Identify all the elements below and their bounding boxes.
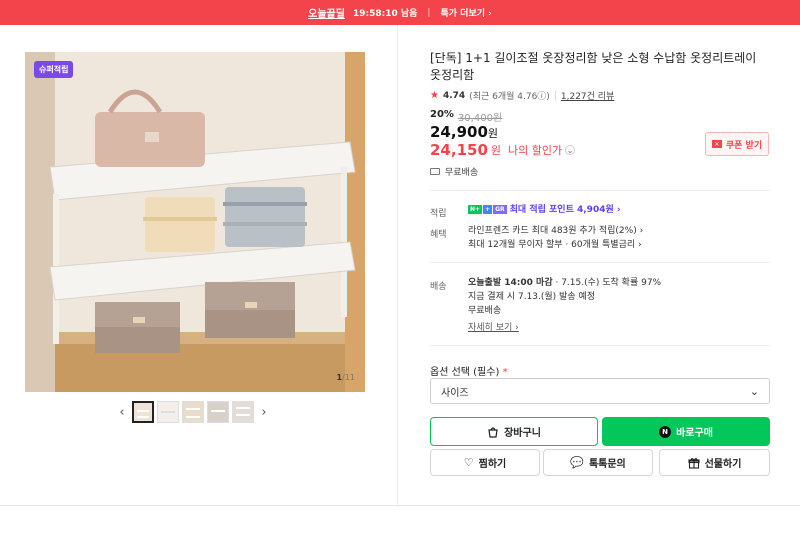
truck-icon xyxy=(430,168,440,175)
coupon-label: 쿠폰 받기 xyxy=(725,140,763,151)
chevron-down-icon: ⌄ xyxy=(749,384,759,398)
discount-percent: 20% xyxy=(430,109,454,120)
next-arrow-icon[interactable]: › xyxy=(257,405,271,420)
product-main-image[interactable]: 슈퍼적립 1/11 xyxy=(25,52,365,392)
image-counter: 1/11 xyxy=(337,373,355,382)
card-benefits: 라인프렌즈 카드 최대 483원 추가 적립(2%) › 최대 12개월 무이자… xyxy=(468,224,643,252)
sale-price-unit: 원 xyxy=(487,127,499,140)
chevron-down-icon[interactable]: ⌄ xyxy=(565,145,576,155)
divider: | xyxy=(427,7,431,18)
wish-label: 찜하기 xyxy=(478,459,507,470)
more-deals-link[interactable]: 특가 더보기 › xyxy=(440,6,491,19)
gift-label: 선물하기 xyxy=(704,459,742,470)
product-photo xyxy=(25,52,365,392)
rating-row: ★ 4.74 (최근 6개월 4.76ⓘ) | 1,227건 리뷰 xyxy=(430,89,614,102)
divider xyxy=(430,345,770,346)
rating-recent[interactable]: (최근 6개월 4.76ⓘ) xyxy=(469,89,550,102)
sale-price: 24,900원 xyxy=(430,123,498,141)
promo-bar[interactable]: 오늘끝딜 19:58:10 남음 | 특가 더보기 › xyxy=(0,0,800,25)
thumbnail-5[interactable] xyxy=(232,401,254,423)
gift-button[interactable]: 선물하기 xyxy=(659,449,770,476)
gift-icon xyxy=(688,457,700,469)
deal-timer: 19:58:10 남음 xyxy=(352,9,418,19)
heart-icon: ♡ xyxy=(463,456,474,469)
talk-label: 톡톡문의 xyxy=(588,459,626,470)
card-benefit-line-1[interactable]: 라인프렌즈 카드 최대 483원 추가 적립(2%) › xyxy=(468,224,643,238)
size-select-value: 사이즈 xyxy=(441,387,469,399)
coupon-icon: ✕ xyxy=(711,140,722,148)
rating-score: 4.74 xyxy=(442,90,466,101)
sale-price-value: 24,900 xyxy=(430,123,488,141)
discount-row: 20% 30,400원 xyxy=(430,109,502,124)
points-label: 적립 xyxy=(430,209,447,219)
my-price-value: 24,150 xyxy=(430,141,488,159)
size-select[interactable]: 사이즈 ⌄ xyxy=(430,378,770,404)
option-label-text: 옵션 선택 (필수) xyxy=(430,367,500,378)
my-discount-price[interactable]: 24,150 원 나의 할인가 ⌄ xyxy=(430,141,576,159)
bag-icon xyxy=(488,426,498,438)
delivery-detail-link[interactable]: 자세히 보기 › xyxy=(468,321,661,335)
talk-inquiry-button[interactable]: 💬 톡톡문의 xyxy=(543,449,653,476)
free-shipping-text: 무료배송 xyxy=(445,168,479,178)
option-label: 옵션 선택 (필수) * xyxy=(430,363,508,378)
prev-arrow-icon[interactable]: ‹ xyxy=(115,405,129,420)
points-text[interactable]: 최대 적립 포인트 4,904원 › xyxy=(510,205,621,215)
free-shipping-row: 무료배송 xyxy=(430,165,478,178)
my-price-unit: 원 xyxy=(490,144,502,157)
my-price-label: 나의 할인가 xyxy=(508,144,563,157)
buy-label: 바로구매 xyxy=(676,428,713,439)
card-benefit-label: 혜택 xyxy=(430,230,447,240)
chat-bubble-icon: 💬 xyxy=(570,456,584,469)
points-row[interactable]: N+ + GR 최대 적립 포인트 4,904원 › xyxy=(468,203,621,217)
divider: | xyxy=(553,90,557,101)
required-mark: * xyxy=(502,367,508,378)
column-divider xyxy=(397,25,398,505)
cart-label: 장바구니 xyxy=(504,428,541,439)
reviews-link[interactable]: 1,227건 리뷰 xyxy=(561,89,614,102)
thumbnail-strip: ‹ › xyxy=(115,400,271,424)
delivery-label: 배송 xyxy=(430,282,447,292)
thumbnail-4[interactable] xyxy=(207,401,229,423)
add-to-cart-button[interactable]: 장바구니 xyxy=(430,417,598,446)
divider xyxy=(430,190,770,191)
delivery-info: 오늘출발 14:00 마감 · 7.15.(수) 도착 확률 97% 지금 결제… xyxy=(468,276,661,335)
dispatch-cutoff: 오늘출발 14:00 마감 xyxy=(468,278,553,288)
divider xyxy=(430,262,770,263)
super-points-badge: 슈퍼적립 xyxy=(34,61,74,78)
naver-n-icon: N xyxy=(659,425,672,438)
delivery-line-3: 무료배송 xyxy=(468,306,502,316)
delivery-line-2: 지금 결제 시 7.13.(월) 발송 예정 xyxy=(468,292,596,302)
thumbnail-3[interactable] xyxy=(182,401,204,423)
buy-now-button[interactable]: N 바로구매 xyxy=(602,417,770,446)
original-price: 30,400원 xyxy=(457,113,503,124)
card-benefit-line-2[interactable]: 최대 12개월 무이자 할부 · 60개월 특별금리 › xyxy=(468,238,643,252)
star-icon: ★ xyxy=(430,90,439,101)
counter-total: /11 xyxy=(342,373,355,382)
thumbnail-2[interactable] xyxy=(157,401,179,423)
thumbnail-1[interactable] xyxy=(132,401,154,423)
arrival-estimate: · 7.15.(수) 도착 확률 97% xyxy=(552,278,662,288)
deal-label[interactable]: 오늘끝딜 xyxy=(308,5,345,20)
product-title: [단독] 1+1 길이조절 옷장정리함 낮은 소형 수납함 옷정리트레이 옷정리… xyxy=(430,51,757,82)
naverpay-logo-icon: N+ + GR xyxy=(468,205,507,214)
section-divider xyxy=(0,505,800,506)
wishlist-button[interactable]: ♡ 찜하기 xyxy=(430,449,540,476)
delivery-line-1: 오늘출발 14:00 마감 · 7.15.(수) 도착 확률 97% xyxy=(468,276,661,290)
coupon-button[interactable]: ✕ 쿠폰 받기 xyxy=(705,132,769,156)
